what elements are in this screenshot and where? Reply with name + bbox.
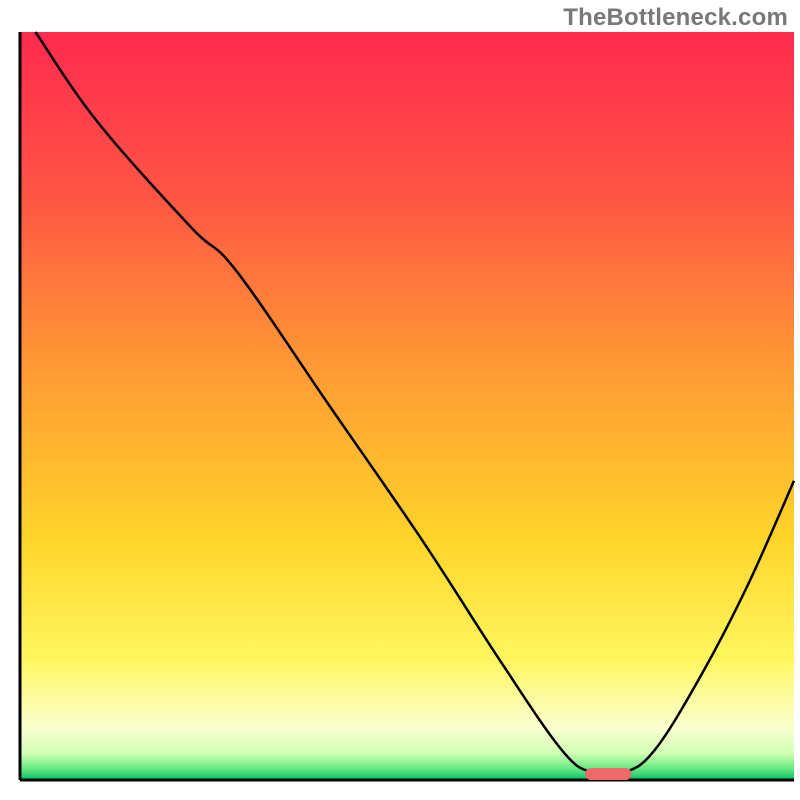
optimal-marker	[585, 768, 631, 780]
bottleneck-chart: TheBottleneck.com	[0, 0, 800, 800]
plot-background	[20, 32, 794, 780]
watermark-label: TheBottleneck.com	[563, 4, 788, 32]
chart-canvas	[0, 0, 800, 800]
